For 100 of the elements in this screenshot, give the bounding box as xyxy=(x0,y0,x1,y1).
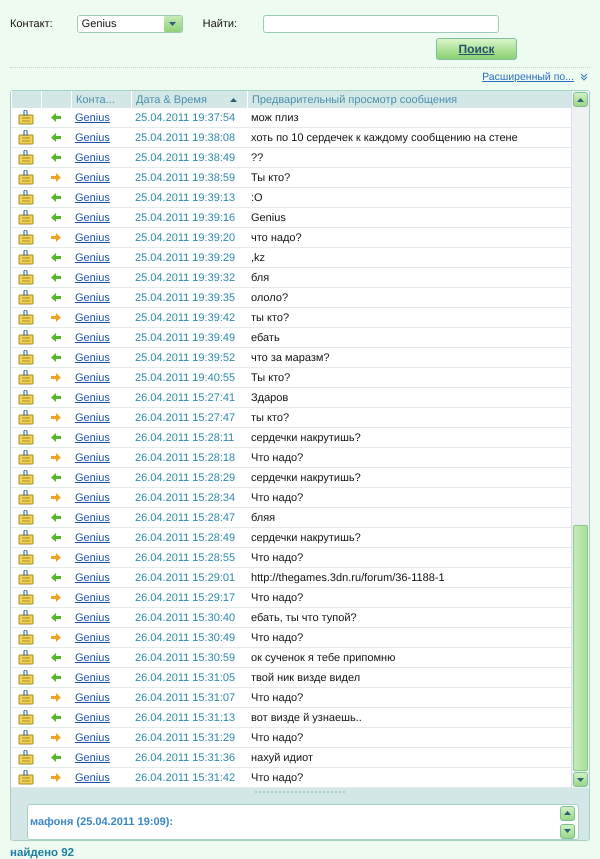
search-field[interactable] xyxy=(263,14,500,33)
contact-link[interactable]: Genius xyxy=(71,212,131,224)
date-time-cell-text: 26.04.2011 15:29:01 xyxy=(134,572,236,584)
left-arrow-icon xyxy=(51,713,61,722)
down-triangle-icon xyxy=(577,778,584,782)
contact-link[interactable]: Genius xyxy=(71,452,131,464)
message-folder-icon xyxy=(18,170,34,185)
contact-link[interactable]: Genius xyxy=(71,652,131,664)
left-arrow-icon xyxy=(51,333,61,342)
date-time-cell-text: 25.04.2011 19:38:49 xyxy=(134,152,236,164)
message-folder-icon xyxy=(18,290,34,305)
contact-link[interactable]: Genius xyxy=(71,232,131,244)
contact-label: Контакт: xyxy=(10,18,53,30)
scroll-down-button[interactable] xyxy=(560,824,575,838)
date-time-cell-text: 26.04.2011 15:28:47 xyxy=(134,512,236,524)
message-folder-icon xyxy=(18,270,34,285)
message-preview-cell-text: сердечки накрутишь? xyxy=(250,432,362,444)
left-arrow-icon xyxy=(51,213,61,222)
message-folder-icon xyxy=(18,250,34,265)
message-folder-icon xyxy=(18,750,34,765)
preview-header: мафоня (25.04.2011 19:09): xyxy=(29,816,174,828)
date-time-cell-text: 26.04.2011 15:28:18 xyxy=(134,452,236,464)
contact-dropdown[interactable]: Genius xyxy=(76,14,183,33)
contact-link[interactable]: Genius xyxy=(71,672,131,684)
contact-link[interactable]: Genius xyxy=(71,512,131,524)
date-time-cell-text: 26.04.2011 15:28:29 xyxy=(134,472,236,484)
contact-link[interactable]: Genius xyxy=(71,612,131,624)
date-time-cell-text: 25.04.2011 19:39:13 xyxy=(134,192,236,204)
contact-link[interactable]: Genius xyxy=(71,272,131,284)
sort-ascending-icon xyxy=(230,98,237,102)
contact-link[interactable]: Genius xyxy=(71,172,131,184)
contact-link[interactable]: Genius xyxy=(71,472,131,484)
contact-link[interactable]: Genius xyxy=(71,392,131,404)
date-time-cell-text: 25.04.2011 19:39:35 xyxy=(134,292,236,304)
double-chevron-icon[interactable] xyxy=(580,73,588,82)
message-folder-icon xyxy=(18,730,34,745)
results-count: найдено 92 xyxy=(9,846,76,859)
left-arrow-icon xyxy=(51,753,61,762)
date-time-cell-text: 26.04.2011 15:28:55 xyxy=(134,552,236,564)
contact-link[interactable]: Genius xyxy=(71,532,131,544)
contact-link[interactable]: Genius xyxy=(71,592,131,604)
contact-link[interactable]: Genius xyxy=(71,572,131,584)
date-time-cell-text: 25.04.2011 19:39:20 xyxy=(134,232,236,244)
left-arrow-icon xyxy=(51,353,61,362)
message-folder-icon xyxy=(18,150,34,165)
scroll-down-button[interactable] xyxy=(573,772,588,787)
contact-link[interactable]: Genius xyxy=(71,152,131,164)
contact-link[interactable]: Genius xyxy=(71,372,131,384)
search-button[interactable]: Поиск xyxy=(436,38,517,60)
left-arrow-icon xyxy=(51,113,61,122)
left-arrow-icon xyxy=(51,133,61,142)
contact-link[interactable]: Genius xyxy=(71,712,131,724)
scrollbar[interactable] xyxy=(571,91,589,788)
message-preview-cell-text: сердечки накрутишь? xyxy=(250,472,362,484)
message-folder-icon xyxy=(18,570,34,585)
advanced-search-link[interactable]: Расширенный по... xyxy=(482,71,574,84)
contact-link[interactable]: Genius xyxy=(71,432,131,444)
message-preview-cell-text: Здаров xyxy=(250,392,290,404)
message-folder-icon xyxy=(18,630,34,645)
contact-link[interactable]: Genius xyxy=(71,352,131,364)
contact-link[interactable]: Genius xyxy=(71,252,131,264)
contact-link[interactable]: Genius xyxy=(71,112,131,124)
contact-link[interactable]: Genius xyxy=(71,292,131,304)
contact-link[interactable]: Genius xyxy=(71,332,131,344)
contact-link[interactable]: Genius xyxy=(71,692,131,704)
message-preview-cell-text: Что надо? xyxy=(250,692,304,704)
date-time-cell-text: 26.04.2011 15:30:49 xyxy=(134,632,236,644)
message-preview-cell-text: хоть по 10 сердечек к каждому сообщению на стене xyxy=(250,132,519,144)
contact-link[interactable]: Genius xyxy=(71,752,131,764)
contact-link[interactable]: Genius xyxy=(71,632,131,644)
date-time-cell-text: 26.04.2011 15:27:47 xyxy=(134,412,236,424)
message-preview-cell-text: Ты кто? xyxy=(250,372,292,384)
contact-link[interactable]: Genius xyxy=(71,732,131,744)
message-preview-cell-text: ебать xyxy=(250,332,281,344)
message-folder-icon xyxy=(18,510,34,525)
date-time-cell-text: 26.04.2011 15:31:13 xyxy=(134,712,236,724)
message-preview-cell-text: твой ник визде видел xyxy=(250,672,362,684)
message-folder-icon xyxy=(18,770,34,785)
message-preview-cell-text: Ты кто? xyxy=(250,172,292,184)
contact-link[interactable]: Genius xyxy=(71,492,131,504)
contact-link[interactable]: Genius xyxy=(71,132,131,144)
message-preview-cell-text: Что надо? xyxy=(250,772,304,784)
contact-link[interactable]: Genius xyxy=(71,412,131,424)
scroll-thumb[interactable] xyxy=(573,525,588,771)
message-preview-cell-text: ?? xyxy=(250,152,264,164)
left-arrow-icon xyxy=(51,273,61,282)
scroll-up-button[interactable] xyxy=(573,92,588,107)
message-preview-cell-text: ок сученок я тебе припомню xyxy=(250,652,396,664)
contact-link[interactable]: Genius xyxy=(71,552,131,564)
contact-link[interactable]: Genius xyxy=(71,312,131,324)
scroll-up-button[interactable] xyxy=(560,806,575,820)
message-preview-cell-text: что за маразм? xyxy=(250,352,331,364)
right-arrow-icon xyxy=(51,413,61,422)
contact-link[interactable]: Genius xyxy=(71,192,131,204)
contact-link[interactable]: Genius xyxy=(71,772,131,784)
right-arrow-icon xyxy=(51,453,61,462)
find-label: Найти: xyxy=(202,18,238,30)
message-preview-cell-text: Genius xyxy=(250,212,287,224)
dropdown-caret-icon[interactable] xyxy=(169,22,176,26)
message-preview-cell-text: что надо? xyxy=(250,232,303,244)
